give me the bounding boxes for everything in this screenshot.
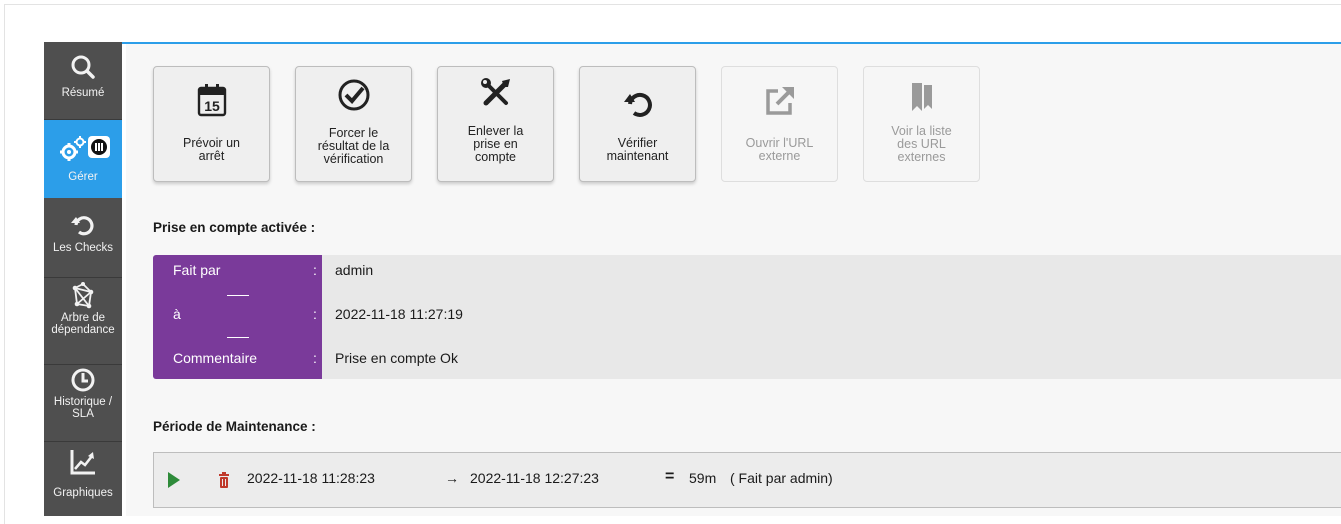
ack-value: admin: [335, 262, 374, 278]
maintenance-period-bar: 2022-11-18 11:28:23 → 2022-11-18 12:27:2…: [153, 452, 1341, 508]
maintenance-start: 2022-11-18 11:28:23: [247, 470, 375, 486]
refresh-icon: [623, 93, 652, 117]
schedule-downtime-button[interactable]: 15 Prévoir un arrêt: [153, 66, 270, 182]
sidebar-item-gerer[interactable]: Gérer: [44, 120, 122, 198]
acknowledgement-title: Prise en compte activée :: [153, 220, 316, 235]
network-tree-icon: [72, 282, 94, 309]
equals-sign: =: [665, 468, 675, 485]
refresh-icon: [71, 216, 94, 236]
sidebar-item-label: Résumé: [61, 87, 105, 99]
action-label: Vérifier maintenant: [606, 136, 669, 163]
sidebar-item-label: Graphiques: [53, 487, 113, 499]
maintenance-author: ( Fait par admin): [730, 470, 833, 486]
remove-acknowledgement-button[interactable]: Enlever la prise en compte: [437, 66, 554, 182]
sidebar-item-label: Les Checks: [52, 242, 114, 254]
action-label: Prévoir un arrêt: [183, 136, 240, 163]
calendar-icon: 15: [197, 84, 226, 117]
acknowledgement-table: Fait par : admin à : 2022-11-18 11:27:19…: [153, 255, 1341, 379]
arrow-icon: →: [445, 470, 459, 486]
ack-separator: :: [313, 306, 317, 322]
force-check-result-button[interactable]: Forcer le résultat de la vérification: [295, 66, 412, 182]
table-row: Commentaire : Prise en compte Ok: [153, 337, 1341, 378]
ack-value: Prise en compte Ok: [335, 350, 458, 366]
gears-icon: [60, 136, 86, 161]
svg-text:15: 15: [204, 98, 220, 114]
chart-icon: [70, 450, 95, 475]
maintenance-title: Période de Maintenance :: [153, 419, 316, 434]
clock-icon: [71, 368, 95, 392]
ack-value: 2022-11-18 11:27:19: [335, 306, 463, 322]
ack-key: Fait par: [173, 262, 221, 278]
ack-key: Commentaire: [173, 350, 258, 366]
table-row: Fait par : admin: [153, 255, 1341, 296]
search-icon: [71, 55, 95, 79]
table-row: à : 2022-11-18 11:27:19: [153, 296, 1341, 337]
ack-key: à: [173, 306, 181, 322]
sidebar: Résumé Gérer Les Checks Arbre de dépenda…: [44, 42, 122, 516]
sidebar-item-graphiques[interactable]: Graphiques: [44, 442, 122, 516]
check-now-button[interactable]: Vérifier maintenant: [579, 66, 696, 182]
action-label: Voir la liste des URL externes: [891, 124, 952, 164]
play-icon[interactable]: [167, 471, 181, 489]
sidebar-item-historique-sla[interactable]: Historique / SLA: [44, 365, 122, 441]
action-label: Ouvrir l'URL externe: [745, 136, 814, 163]
sidebar-item-label: Gérer: [68, 171, 98, 183]
sidebar-item-label: Arbre de dépendance: [51, 312, 115, 336]
maintenance-badge-icon: [88, 136, 110, 158]
action-label: Enlever la prise en compte: [467, 124, 524, 164]
sidebar-item-resume[interactable]: Résumé: [44, 42, 122, 119]
sidebar-item-label: Historique / SLA: [53, 396, 113, 420]
action-label: Forcer le résultat de la vérification: [317, 126, 390, 166]
delete-icon[interactable]: [219, 472, 229, 488]
open-external-url-button[interactable]: Ouvrir l'URL externe: [721, 66, 838, 182]
bookmarks-icon: [911, 83, 932, 111]
maintenance-duration: 59m: [689, 470, 717, 486]
external-link-icon: [765, 87, 794, 115]
ack-separator: :: [313, 262, 317, 278]
sidebar-item-arbre-dependance[interactable]: Arbre de dépendance: [44, 278, 122, 364]
tools-icon: [480, 78, 510, 106]
ack-separator: :: [313, 350, 317, 366]
check-circle-icon: [338, 79, 369, 111]
sidebar-item-les-checks[interactable]: Les Checks: [44, 199, 122, 277]
external-urls-list-button[interactable]: Voir la liste des URL externes: [863, 66, 980, 182]
maintenance-end: 2022-11-18 12:27:23: [470, 470, 599, 486]
